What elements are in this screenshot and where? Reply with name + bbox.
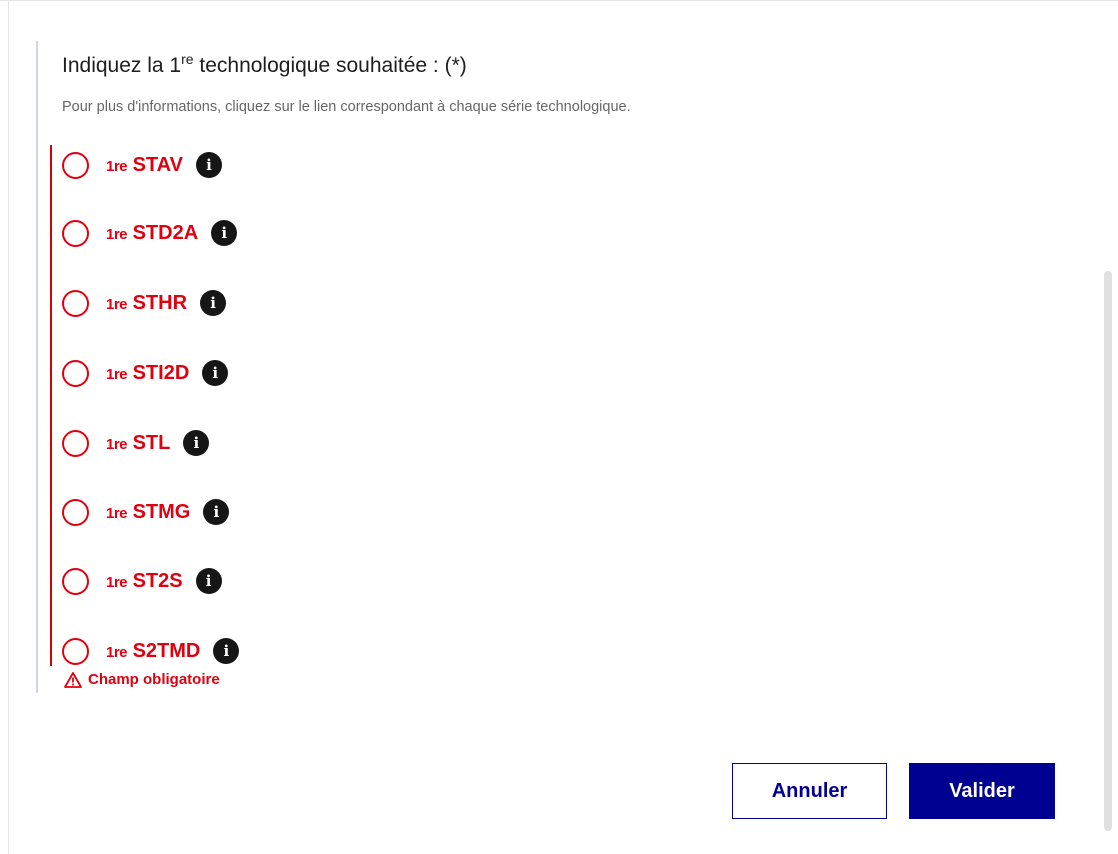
warning-triangle-icon bbox=[64, 671, 82, 688]
option-name: STL bbox=[132, 431, 171, 454]
radio-option-std2a[interactable]: 1re STD2A i bbox=[62, 217, 238, 249]
option-prefix: 1re bbox=[106, 157, 128, 175]
radio-option-stmg[interactable]: 1re STMG i bbox=[62, 496, 230, 528]
radio-label[interactable]: 1re STI2D bbox=[106, 362, 189, 385]
scrollbar[interactable] bbox=[1104, 271, 1112, 831]
option-prefix: 1re bbox=[106, 435, 128, 453]
radio-button[interactable] bbox=[62, 637, 89, 665]
radio-label[interactable]: 1re ST2S bbox=[106, 570, 183, 593]
modal-dialog: Indiquez la 1re technologique souhaitée … bbox=[0, 0, 1118, 854]
option-name: STHR bbox=[132, 291, 188, 314]
radio-option-st2s[interactable]: 1re ST2S i bbox=[62, 565, 222, 597]
radio-label[interactable]: 1re STL bbox=[106, 432, 170, 455]
radio-button[interactable] bbox=[62, 289, 89, 317]
legend-superscript: re bbox=[181, 51, 194, 67]
radio-option-stav[interactable]: 1re STAV i bbox=[62, 149, 222, 181]
cancel-button[interactable]: Annuler bbox=[732, 763, 887, 819]
modal-left-border bbox=[8, 1, 9, 854]
option-prefix: 1re bbox=[106, 295, 128, 313]
option-prefix: 1re bbox=[106, 225, 128, 243]
radio-button[interactable] bbox=[62, 151, 89, 179]
radio-label[interactable]: 1re STAV bbox=[106, 154, 183, 177]
radio-button[interactable] bbox=[62, 359, 89, 387]
question-hint: Pour plus d'informations, cliquez sur le… bbox=[62, 99, 631, 115]
radio-button[interactable] bbox=[62, 219, 89, 247]
radio-button[interactable] bbox=[62, 429, 89, 457]
error-text: Champ obligatoire bbox=[88, 671, 220, 688]
option-name: S2TMD bbox=[132, 639, 201, 662]
option-name: STMG bbox=[132, 500, 191, 523]
info-icon[interactable]: i bbox=[203, 499, 230, 525]
option-name: ST2S bbox=[132, 569, 183, 592]
radio-label[interactable]: 1re STMG bbox=[106, 501, 190, 524]
option-name: STI2D bbox=[132, 361, 190, 384]
radio-label[interactable]: 1re STD2A bbox=[106, 222, 198, 245]
radio-option-sthr[interactable]: 1re STHR i bbox=[62, 287, 227, 319]
option-name: STAV bbox=[132, 153, 183, 176]
option-name: STD2A bbox=[132, 221, 199, 244]
radio-option-stl[interactable]: 1re STL i bbox=[62, 427, 210, 459]
info-icon[interactable]: i bbox=[202, 360, 229, 386]
radio-label[interactable]: 1re STHR bbox=[106, 292, 187, 315]
radio-label[interactable]: 1re S2TMD bbox=[106, 640, 200, 663]
info-icon[interactable]: i bbox=[183, 430, 210, 456]
radio-option-sti2d[interactable]: 1re STI2D i bbox=[62, 357, 229, 389]
legend-text-after: technologique souhaitée : (*) bbox=[193, 54, 467, 77]
radio-option-s2tmd[interactable]: 1re S2TMD i bbox=[62, 635, 240, 667]
option-prefix: 1re bbox=[106, 573, 128, 591]
info-icon[interactable]: i bbox=[211, 220, 238, 246]
error-message: Champ obligatoire bbox=[64, 671, 220, 688]
info-icon[interactable]: i bbox=[195, 152, 222, 178]
validate-button[interactable]: Valider bbox=[909, 763, 1055, 819]
question-legend: Indiquez la 1re technologique souhaitée … bbox=[62, 51, 467, 78]
radio-button[interactable] bbox=[62, 567, 89, 595]
option-prefix: 1re bbox=[106, 365, 128, 383]
info-icon[interactable]: i bbox=[213, 638, 240, 664]
option-prefix: 1re bbox=[106, 643, 128, 661]
option-prefix: 1re bbox=[106, 504, 128, 522]
error-indicator-bar bbox=[50, 145, 52, 666]
legend-text-before: Indiquez la 1 bbox=[62, 54, 182, 77]
radio-button[interactable] bbox=[62, 498, 89, 526]
info-icon[interactable]: i bbox=[200, 290, 227, 316]
info-icon[interactable]: i bbox=[195, 568, 222, 594]
